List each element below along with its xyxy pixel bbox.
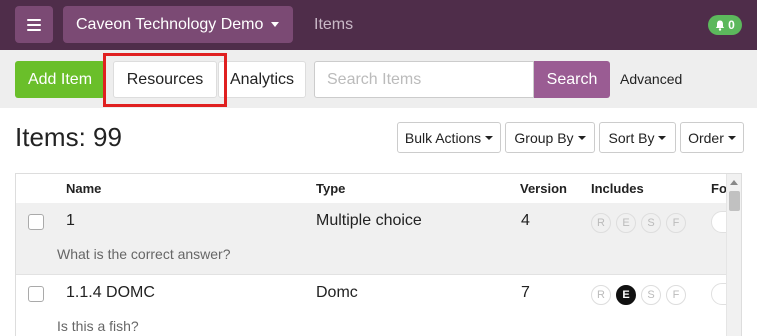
bulk-actions-dropdown[interactable]: Bulk Actions (397, 122, 501, 153)
row-checkbox[interactable] (28, 286, 44, 302)
caret-down-icon (727, 135, 736, 140)
org-label: Caveon Technology Demo (76, 15, 264, 33)
items-count: Items: 99 (15, 122, 122, 152)
page-title: Items (314, 16, 354, 33)
order-label: Order (688, 129, 724, 146)
group-by-label: Group By (514, 129, 574, 146)
table-row[interactable]: 1.1.4 DOMC Domc 7 R E S F Is this a fish… (16, 274, 741, 336)
caret-down-icon (485, 135, 494, 140)
hamburger-icon (27, 18, 41, 31)
column-header-includes: Includes (591, 181, 644, 196)
items-table: Name Type Version Includes Fo 1 Multiple… (15, 173, 742, 336)
item-name[interactable]: 1 (66, 212, 75, 230)
add-item-button[interactable]: Add Item (15, 61, 105, 98)
include-r-badge: R (591, 213, 611, 233)
item-description: Is this a fish? (57, 318, 139, 334)
include-s-badge: S (641, 285, 661, 305)
top-navbar: Caveon Technology Demo Items 0 (0, 0, 757, 50)
item-version: 7 (521, 284, 530, 301)
search-input[interactable]: Search Items (314, 61, 534, 98)
sort-by-label: Sort By (608, 129, 655, 146)
include-f-badge: F (666, 213, 686, 233)
bulk-actions-label: Bulk Actions (404, 129, 482, 146)
column-header-fo: Fo (711, 181, 727, 196)
advanced-link[interactable]: Advanced (620, 71, 682, 87)
bell-icon (715, 20, 725, 31)
table-row[interactable]: 1 Multiple choice 4 R E S F What is the … (16, 203, 741, 274)
item-version: 4 (521, 212, 530, 229)
order-dropdown[interactable]: Order (680, 122, 744, 153)
include-e-badge: E (616, 213, 636, 233)
scroll-up-arrow-icon[interactable] (730, 180, 738, 185)
caret-down-icon (658, 135, 667, 140)
caret-down-icon (577, 135, 586, 140)
item-type: Multiple choice (316, 212, 422, 229)
highlight-box (103, 53, 227, 107)
row-checkbox[interactable] (28, 214, 44, 230)
column-header-name[interactable]: Name (66, 181, 101, 196)
column-header-type[interactable]: Type (316, 181, 345, 196)
scroll-thumb[interactable] (729, 191, 740, 211)
include-f-badge: F (666, 285, 686, 305)
include-r-badge: R (591, 285, 611, 305)
table-scrollbar[interactable] (726, 174, 741, 336)
notifications-badge[interactable]: 0 (708, 15, 742, 35)
search-button[interactable]: Search (534, 61, 610, 98)
menu-button[interactable] (15, 6, 53, 43)
item-name[interactable]: 1.1.4 DOMC (66, 284, 155, 302)
org-dropdown[interactable]: Caveon Technology Demo (63, 6, 293, 43)
analytics-button[interactable]: Analytics (218, 61, 306, 98)
sort-by-dropdown[interactable]: Sort By (599, 122, 676, 153)
column-header-version[interactable]: Version (520, 181, 567, 196)
item-type: Domc (316, 284, 358, 301)
include-e-badge: E (616, 285, 636, 305)
notification-count: 0 (728, 18, 735, 32)
include-s-badge: S (641, 213, 661, 233)
caret-down-icon (271, 22, 280, 27)
group-by-dropdown[interactable]: Group By (505, 122, 595, 153)
item-description: What is the correct answer? (57, 246, 231, 262)
